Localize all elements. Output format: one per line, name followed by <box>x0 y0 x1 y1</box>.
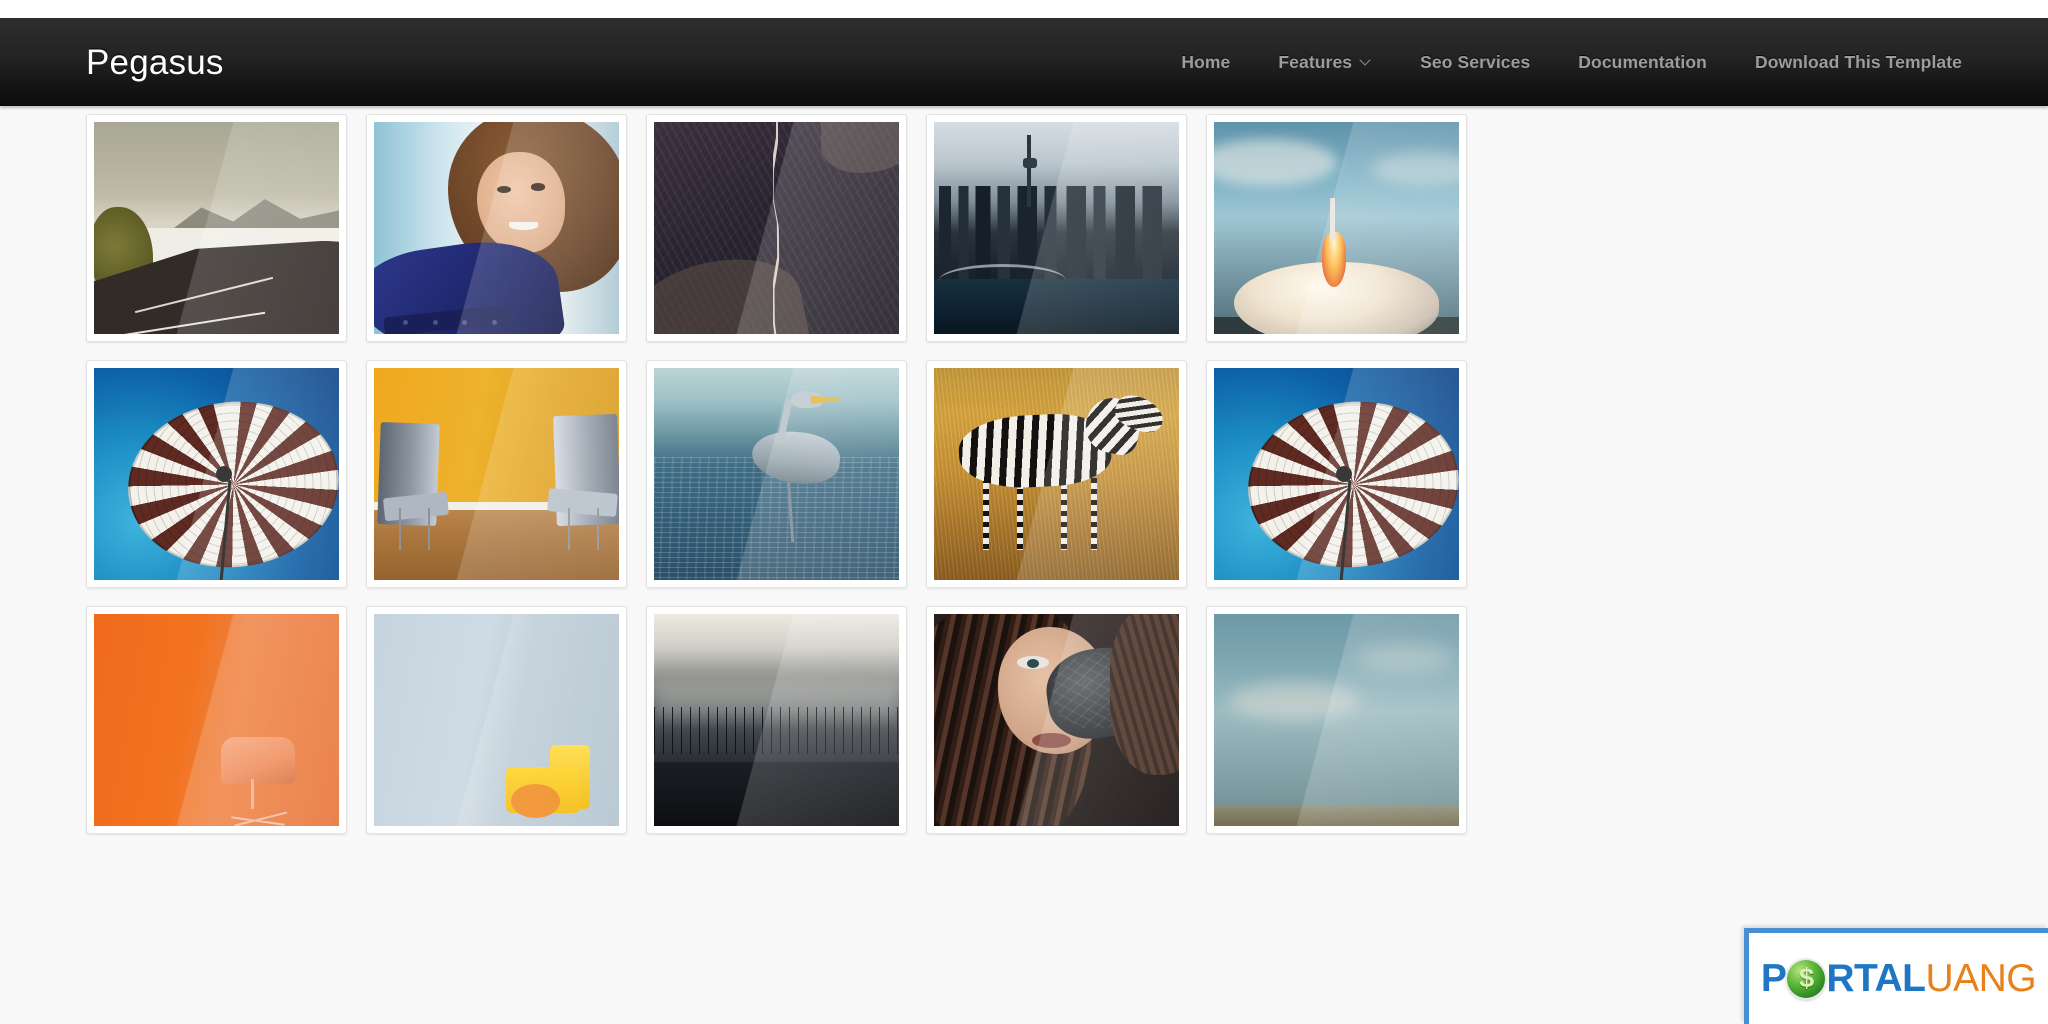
scene-rocket-launch <box>1214 122 1459 334</box>
gallery-item[interactable] <box>86 606 347 834</box>
nav-item-label: Documentation <box>1578 51 1707 72</box>
gallery-grid <box>0 106 2048 834</box>
top-white-strip <box>0 0 2048 18</box>
gallery-item[interactable] <box>86 360 347 588</box>
gallery-item[interactable] <box>646 606 907 834</box>
watermark-text-part2: RTAL <box>1826 957 1926 1000</box>
gallery-item[interactable] <box>366 360 627 588</box>
gallery-item[interactable] <box>1206 606 1467 834</box>
scene-desert-road <box>94 122 339 334</box>
thumbnail-image <box>374 614 619 826</box>
scene-woman-gas-mask <box>934 614 1179 826</box>
thumbnail-image <box>374 368 619 580</box>
thumbnail-image <box>94 368 339 580</box>
nav-item-label: Features <box>1278 51 1353 72</box>
gallery-item[interactable] <box>646 114 907 342</box>
scene-heron-in-water <box>654 368 899 580</box>
main-navigation: Home Features Seo Services Documentation… <box>1157 52 1962 73</box>
nav-item-seo-services[interactable]: Seo Services <box>1396 52 1554 73</box>
thumbnail-image <box>654 122 899 334</box>
thumbnail-image <box>374 122 619 334</box>
thumbnail-image <box>934 614 1179 826</box>
gallery-item[interactable] <box>366 114 627 342</box>
scene-yellow-wall-chairs <box>374 368 619 580</box>
scene-woman-portrait <box>374 122 619 334</box>
gallery-item[interactable] <box>646 360 907 588</box>
thumbnail-image <box>1214 122 1459 334</box>
scene-city-skyline <box>934 122 1179 334</box>
site-logo[interactable]: Pegasus <box>86 45 224 80</box>
gallery-item[interactable] <box>926 360 1187 588</box>
dollar-coin-icon <box>1787 959 1826 998</box>
scene-beach-umbrella <box>94 368 339 580</box>
gallery-item[interactable] <box>926 114 1187 342</box>
thumbnail-image <box>94 614 339 826</box>
thumbnail-image <box>654 614 899 826</box>
portaluang-watermark: P RTAL UANG <box>1744 928 2048 1024</box>
nav-item-label: Seo Services <box>1420 51 1531 72</box>
chevron-down-icon <box>1361 55 1372 66</box>
nav-item-home[interactable]: Home <box>1157 52 1254 73</box>
scene-orange-wall-chair <box>94 614 339 826</box>
watermark-logo: P RTAL UANG <box>1760 957 2037 1000</box>
nav-item-download-this-template[interactable]: Download This Template <box>1731 52 1962 73</box>
gallery-item[interactable] <box>366 606 627 834</box>
nav-item-documentation[interactable]: Documentation <box>1554 52 1731 73</box>
thumbnail-image <box>934 368 1179 580</box>
gallery-item[interactable] <box>1206 114 1467 342</box>
gallery-item[interactable] <box>86 114 347 342</box>
thumbnail-image <box>1214 368 1459 580</box>
thumbnail-image <box>94 122 339 334</box>
thumbnail-image <box>1214 614 1459 826</box>
gallery-item[interactable] <box>926 606 1187 834</box>
watermark-text-part3: UANG <box>1925 957 2037 1000</box>
page-root: Pegasus Home Features Seo Services Docum… <box>0 0 2048 1024</box>
scene-winding-road-aerial <box>654 122 899 334</box>
nav-item-label: Home <box>1181 51 1231 72</box>
nav-item-features[interactable]: Features <box>1254 52 1396 73</box>
site-header: Pegasus Home Features Seo Services Docum… <box>0 18 2048 106</box>
gallery-item[interactable] <box>1206 360 1467 588</box>
scene-blue-wall-yellow-chair <box>374 614 619 826</box>
nav-item-label: Download This Template <box>1754 51 1962 72</box>
scene-beach-umbrella <box>1214 368 1459 580</box>
scene-misty-landscape <box>654 614 899 826</box>
watermark-text-part1: P <box>1760 957 1787 1000</box>
thumbnail-image <box>934 122 1179 334</box>
thumbnail-image <box>654 368 899 580</box>
scene-zebra-in-grass <box>934 368 1179 580</box>
scene-hazy-sky <box>1214 614 1459 826</box>
